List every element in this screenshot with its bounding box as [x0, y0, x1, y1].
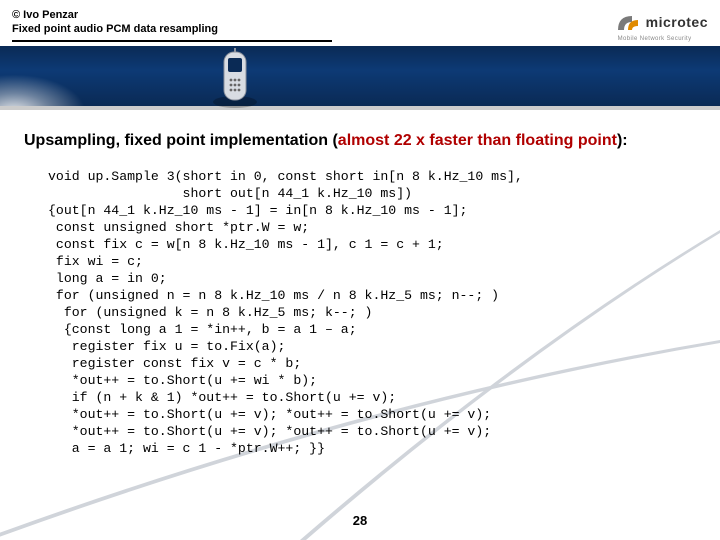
- title-tail: ):: [617, 132, 628, 149]
- title-lead: Upsampling, fixed point implementation (: [24, 132, 338, 149]
- code-line: const unsigned short *ptr.W = w;: [48, 220, 309, 235]
- code-line: const fix c = w[n 8 k.Hz_10 ms - 1], c 1…: [48, 237, 444, 252]
- code-line: {out[n 44_1 k.Hz_10 ms - 1] = in[n 8 k.H…: [48, 203, 467, 218]
- code-line: for (unsigned k = n 8 k.Hz_5 ms; k--; ): [48, 305, 372, 320]
- code-line: register const fix v = c * b;: [48, 356, 301, 371]
- code-line: *out++ = to.Short(u += v); *out++ = to.S…: [48, 407, 491, 422]
- code-line: short out[n 44_1 k.Hz_10 ms]): [48, 186, 412, 201]
- slide-title: Upsampling, fixed point implementation (…: [24, 132, 628, 150]
- logo-brand-text: microtec: [646, 14, 708, 30]
- company-logo: microtec Mobile Network Security: [614, 8, 708, 42]
- code-line: *out++ = to.Short(u += wi * b);: [48, 373, 317, 388]
- code-line: {const long a 1 = *in++, b = a 1 – a;: [48, 322, 357, 337]
- code-line: long a = in 0;: [48, 271, 167, 286]
- phone-icon: [210, 48, 260, 115]
- page-number: 28: [0, 513, 720, 528]
- code-line: register fix u = to.Fix(a);: [48, 339, 285, 354]
- title-highlight: almost 22 x faster than floating point: [338, 132, 617, 149]
- code-line: for (unsigned n = n 8 k.Hz_10 ms / n 8 k…: [48, 288, 499, 303]
- code-line: fix wi = c;: [48, 254, 143, 269]
- slide-header: © Ivo Penzar Fixed point audio PCM data …: [12, 8, 218, 36]
- header-rule: [12, 40, 332, 42]
- banner-strip: [0, 46, 720, 110]
- code-line: if (n + k & 1) *out++ = to.Short(u += v)…: [48, 390, 396, 405]
- header-subtitle: Fixed point audio PCM data resampling: [12, 22, 218, 36]
- logo-mark: [614, 8, 642, 36]
- code-block: void up.Sample 3(short in 0, const short…: [48, 168, 523, 457]
- code-line: void up.Sample 3(short in 0, const short…: [48, 169, 523, 184]
- copyright-text: © Ivo Penzar: [12, 8, 218, 22]
- code-line: a = a 1; wi = c 1 - *ptr.W++; }}: [48, 441, 325, 456]
- logo-tagline: Mobile Network Security: [618, 36, 708, 42]
- code-line: *out++ = to.Short(u += v); *out++ = to.S…: [48, 424, 491, 439]
- banner-wave: [0, 46, 140, 106]
